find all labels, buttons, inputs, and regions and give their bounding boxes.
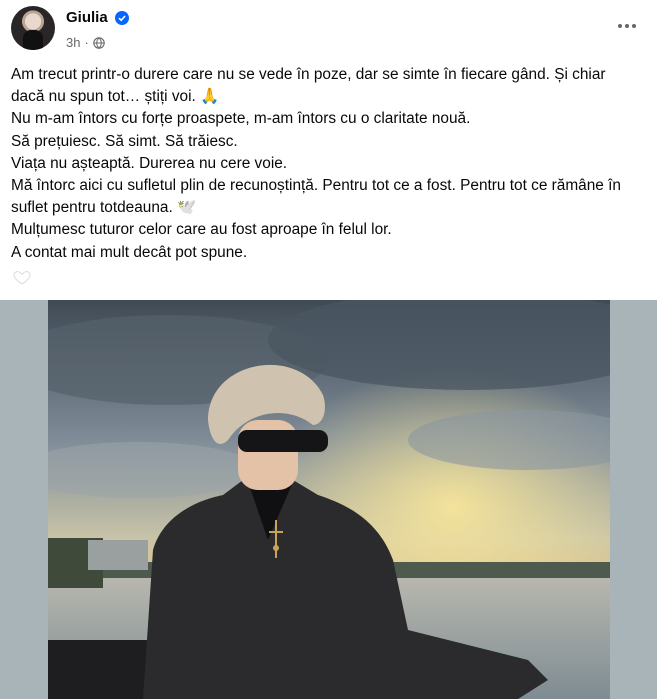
post-header: Giulia 3h · — [0, 0, 657, 60]
meta-separator: · — [84, 35, 89, 50]
post-text: Am trecut printr-o durere care nu se ved… — [11, 66, 621, 261]
globe-icon[interactable] — [93, 36, 105, 49]
post-meta: 3h · — [66, 35, 105, 50]
post-photo[interactable] — [48, 300, 610, 699]
avatar[interactable] — [11, 6, 55, 50]
photo-container[interactable] — [0, 300, 657, 699]
author-name[interactable]: Giulia — [66, 9, 108, 26]
more-options-icon[interactable] — [612, 12, 642, 40]
post-time[interactable]: 3h — [66, 35, 80, 50]
white-heart-icon — [13, 271, 31, 285]
verified-badge-icon — [115, 11, 129, 25]
